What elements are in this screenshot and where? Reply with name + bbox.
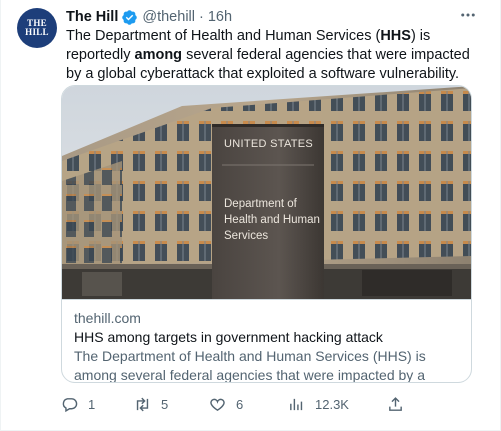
reply-button[interactable]: 1	[61, 394, 95, 414]
retweet-count: 5	[161, 396, 169, 412]
card-title: HHS among targets in government hacking …	[74, 329, 383, 345]
author-name[interactable]: The Hill	[66, 9, 118, 25]
card-info[interactable]: thehill.com HHS among targets in governm…	[62, 299, 471, 383]
tweet-text: The Department of Health and Human Servi…	[66, 27, 486, 84]
separator-dot: ·	[198, 9, 204, 25]
tweet-timestamp[interactable]: 16h	[208, 9, 232, 25]
verified-badge-icon	[121, 9, 138, 26]
like-count: 6	[236, 396, 244, 412]
more-horizontal-icon[interactable]	[456, 6, 480, 26]
retweet-icon	[134, 396, 161, 413]
link-card[interactable]: UNITED STATES Department of Health and H…	[61, 85, 472, 383]
tweet-text-bold-among: among	[134, 47, 183, 63]
reply-count: 1	[88, 396, 96, 412]
sign-line-department-of: Department of	[224, 198, 297, 210]
like-button[interactable]: 6	[209, 394, 243, 414]
retweet-button[interactable]: 5	[134, 394, 168, 414]
tweet[interactable]: THE HILL The Hill @thehill · 16h The Dep…	[0, 0, 501, 431]
card-image[interactable]: UNITED STATES Department of Health and H…	[62, 86, 471, 299]
view-count: 12.3K	[315, 396, 349, 412]
avatar-logo-line2: HILL	[25, 27, 49, 37]
share-button[interactable]	[387, 394, 414, 414]
tweet-text-part1: The Department of Health and Human Servi…	[66, 28, 381, 44]
card-description: The Department of Health and Human Servi…	[74, 348, 426, 383]
card-domain: thehill.com	[74, 310, 141, 326]
author-handle[interactable]: @thehill	[142, 9, 195, 25]
sign-line-united-states: UNITED STATES	[224, 138, 314, 150]
views-button[interactable]: 12.3K	[288, 394, 349, 414]
sign-line-health-and-human: Health and Human	[224, 214, 320, 226]
avatar[interactable]: THE HILL	[17, 8, 57, 48]
share-icon	[387, 396, 414, 413]
tweet-text-bold-hhs: HHS	[380, 28, 411, 44]
views-chart-icon	[288, 396, 315, 413]
tweet-header: The Hill @thehill · 16h	[66, 7, 232, 27]
sign-line-services: Services	[224, 230, 269, 242]
action-bar: 1 5 6 12.3K	[61, 394, 481, 414]
the-hill-logo: THE HILL	[17, 8, 57, 48]
heart-icon	[209, 396, 236, 413]
hhs-building-photo	[62, 86, 471, 299]
reply-icon	[61, 396, 88, 413]
